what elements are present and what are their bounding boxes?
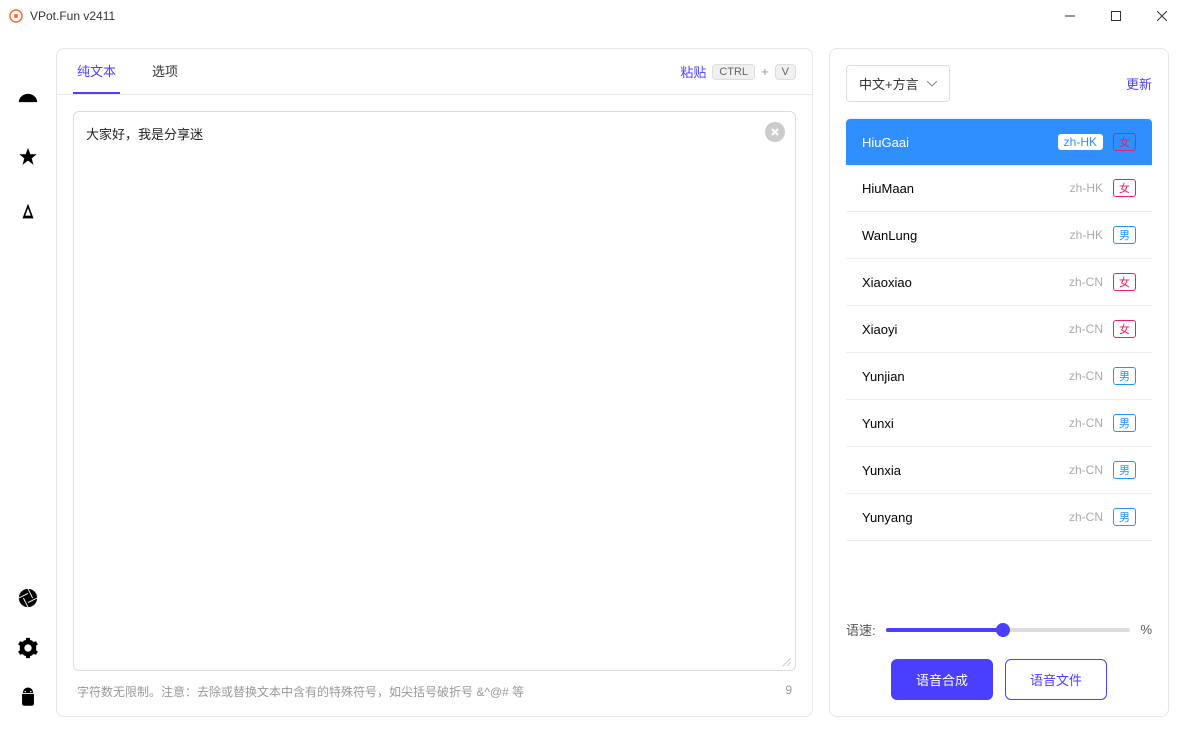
hint-row: 字符数无限制。注意：去除或替换文本中含有的特殊符号，如尖括号破折号 &^@# 等… bbox=[73, 671, 796, 700]
action-row: 语音合成 语音文件 bbox=[846, 655, 1152, 700]
content: 纯文本 选项 粘贴 CTRL + V 大家好，我是分享迷 bbox=[56, 32, 1185, 733]
voice-name: Yunxi bbox=[862, 416, 894, 431]
voice-item[interactable]: Yunjian zh-CN 男 bbox=[846, 353, 1152, 400]
voice-file-button[interactable]: 语音文件 bbox=[1005, 659, 1107, 700]
voice-gender: 女 bbox=[1113, 320, 1136, 338]
tabs-row: 纯文本 选项 粘贴 CTRL + V bbox=[57, 49, 812, 95]
paste-label: 粘贴 bbox=[680, 62, 706, 81]
voice-gender: 男 bbox=[1113, 226, 1136, 244]
close-icon bbox=[770, 127, 780, 137]
voice-locale: zh-CN bbox=[1069, 510, 1103, 524]
close-button[interactable] bbox=[1139, 0, 1185, 32]
voice-item[interactable]: WanLung zh-HK 男 bbox=[846, 212, 1152, 259]
voice-meta: zh-HK 男 bbox=[1070, 226, 1136, 244]
star-icon[interactable] bbox=[17, 146, 39, 168]
language-select[interactable]: 中文+方言 bbox=[846, 65, 950, 102]
gear-icon[interactable] bbox=[17, 637, 39, 659]
sidebar bbox=[0, 32, 56, 733]
update-link[interactable]: 更新 bbox=[1126, 74, 1152, 93]
voice-name: Yunyang bbox=[862, 510, 913, 525]
text-panel: 纯文本 选项 粘贴 CTRL + V 大家好，我是分享迷 bbox=[56, 48, 813, 717]
voice-meta: zh-CN 女 bbox=[1069, 273, 1136, 291]
android-icon[interactable] bbox=[17, 687, 39, 709]
hint-text: 字符数无限制。注意：去除或替换文本中含有的特殊符号，如尖括号破折号 &^@# 等 bbox=[77, 683, 524, 700]
voice-locale: zh-HK bbox=[1058, 134, 1103, 150]
slider-fill bbox=[886, 628, 1004, 632]
voice-name: WanLung bbox=[862, 228, 917, 243]
resize-handle-icon[interactable] bbox=[781, 656, 791, 666]
voice-item[interactable]: HiuGaai zh-HK 女 bbox=[846, 119, 1152, 165]
speed-unit: % bbox=[1140, 622, 1152, 637]
clear-text-button[interactable] bbox=[765, 122, 785, 142]
voice-gender: 男 bbox=[1113, 508, 1136, 526]
voice-locale: zh-CN bbox=[1069, 275, 1103, 289]
voice-panel: 中文+方言 更新 HiuGaai zh-HK 女 HiuMaan zh-HK 女 WanLu… bbox=[829, 48, 1169, 717]
app-logo-icon bbox=[8, 8, 24, 24]
voice-meta: zh-CN 男 bbox=[1069, 461, 1136, 479]
kbd-ctrl: CTRL bbox=[712, 64, 755, 80]
voice-gender: 女 bbox=[1113, 133, 1136, 151]
app-title: VPot.Fun v2411 bbox=[30, 9, 115, 23]
voice-meta: zh-CN 男 bbox=[1069, 367, 1136, 385]
voice-meta: zh-HK 女 bbox=[1070, 179, 1136, 197]
voice-gender: 男 bbox=[1113, 414, 1136, 432]
speed-label: 语速: bbox=[846, 620, 876, 639]
voice-locale: zh-CN bbox=[1069, 369, 1103, 383]
tab-options[interactable]: 选项 bbox=[148, 49, 182, 94]
voice-name: HiuMaan bbox=[862, 181, 914, 196]
kbd-plus: + bbox=[761, 64, 769, 79]
tab-plain-text[interactable]: 纯文本 bbox=[73, 49, 120, 94]
voice-item[interactable]: Yunyang zh-CN 男 bbox=[846, 494, 1152, 541]
text-value: 大家好，我是分享迷 bbox=[86, 124, 755, 143]
voice-locale: zh-CN bbox=[1069, 416, 1103, 430]
voice-gender: 女 bbox=[1113, 273, 1136, 291]
voice-meta: zh-HK 女 bbox=[1058, 133, 1136, 151]
voice-gender: 男 bbox=[1113, 367, 1136, 385]
voice-name: Yunjian bbox=[862, 369, 905, 384]
tabs: 纯文本 选项 bbox=[73, 49, 182, 94]
synthesize-button[interactable]: 语音合成 bbox=[891, 659, 993, 700]
voice-item[interactable]: Xiaoxiao zh-CN 女 bbox=[846, 259, 1152, 306]
minimize-button[interactable] bbox=[1047, 0, 1093, 32]
voice-item[interactable]: Yunxi zh-CN 男 bbox=[846, 400, 1152, 447]
voice-item[interactable]: HiuMaan zh-HK 女 bbox=[846, 165, 1152, 212]
titlebar: VPot.Fun v2411 bbox=[0, 0, 1185, 32]
chevron-down-icon bbox=[927, 81, 937, 87]
voice-meta: zh-CN 男 bbox=[1069, 414, 1136, 432]
voice-name: HiuGaai bbox=[862, 135, 909, 150]
speed-slider[interactable] bbox=[886, 628, 1131, 632]
voice-locale: zh-CN bbox=[1069, 322, 1103, 336]
voice-name: Yunxia bbox=[862, 463, 901, 478]
umbrella-icon[interactable] bbox=[17, 92, 39, 114]
text-input[interactable]: 大家好，我是分享迷 bbox=[73, 111, 796, 671]
voice-meta: zh-CN 男 bbox=[1069, 508, 1136, 526]
aperture-icon[interactable] bbox=[17, 587, 39, 609]
voice-gender: 女 bbox=[1113, 179, 1136, 197]
voice-locale: zh-HK bbox=[1070, 181, 1103, 195]
voice-name: Xiaoyi bbox=[862, 322, 897, 337]
voice-item[interactable]: Yunxia zh-CN 男 bbox=[846, 447, 1152, 494]
speed-row: 语速: % bbox=[846, 604, 1152, 655]
maximize-button[interactable] bbox=[1093, 0, 1139, 32]
voice-list[interactable]: HiuGaaizh-HK女HiuMaanzh-HK女WanLungzh-HK男X… bbox=[846, 118, 1152, 604]
voice-locale: zh-HK bbox=[1070, 228, 1103, 242]
titlebar-left: VPot.Fun v2411 bbox=[8, 8, 115, 24]
language-value: 中文+方言 bbox=[859, 74, 919, 93]
paste-hint[interactable]: 粘贴 CTRL + V bbox=[680, 62, 796, 81]
azure-icon[interactable] bbox=[17, 200, 39, 222]
voice-gender: 男 bbox=[1113, 461, 1136, 479]
voice-meta: zh-CN 女 bbox=[1069, 320, 1136, 338]
slider-thumb[interactable] bbox=[996, 623, 1010, 637]
window-controls bbox=[1047, 0, 1185, 32]
textarea-wrap: 大家好，我是分享迷 字符数无限制。注意：去除或替换文本中含有的特殊符号，如尖括号… bbox=[57, 95, 812, 716]
kbd-v: V bbox=[775, 64, 796, 80]
char-count: 9 bbox=[785, 683, 792, 700]
voice-item[interactable]: Xiaoyi zh-CN 女 bbox=[846, 306, 1152, 353]
voice-locale: zh-CN bbox=[1069, 463, 1103, 477]
app-body: 纯文本 选项 粘贴 CTRL + V 大家好，我是分享迷 bbox=[0, 32, 1185, 733]
voice-name: Xiaoxiao bbox=[862, 275, 912, 290]
voice-panel-header: 中文+方言 更新 bbox=[846, 65, 1152, 102]
